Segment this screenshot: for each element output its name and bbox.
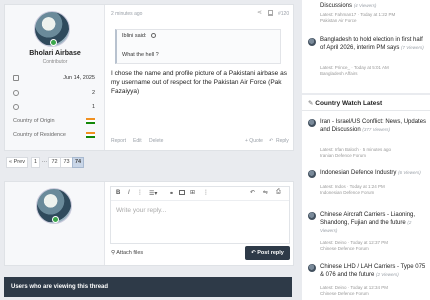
country-watch-heading-text: Country Watch Latest [315,100,383,107]
thread-title[interactable]: Indonesian Defence Industry (6 Viewers) [320,169,428,177]
country-watch-heading: ✎ Country Watch Latest [308,99,382,107]
flag-india-icon [86,132,95,138]
messages-value: 2 [91,90,95,96]
country-residence-label: Country of Residence [13,132,66,138]
delete-link[interactable]: Delete [149,138,163,144]
user-avatar[interactable] [308,119,316,127]
thread-forum[interactable]: Chinese Defence Forum [320,291,369,297]
thread-title[interactable]: Iran - Israel/US Conflict: News, Updates… [320,118,428,134]
page-1-button[interactable]: 1 [31,157,40,168]
quote-text: What the hell ? [122,52,159,58]
sidebar-thread-item[interactable]: Bangladesh to hold election in first hal… [308,36,428,86]
undo-icon[interactable]: ↶ [250,189,255,196]
insert-icon[interactable]: ⊞ [190,189,195,196]
online-status-icon [50,39,57,46]
post-timestamp[interactable]: 2 minutes ago [111,11,142,17]
post-author-panel: Bholari Airbase Contributor Jun 14, 2025… [5,5,105,150]
post-reply-label: Post reply [257,250,284,256]
edit-link[interactable]: Edit [133,138,142,144]
quote-block: Iblini said: What the hell ? [115,29,281,64]
toggle-bbcode-icon[interactable]: ⇋ [263,189,268,196]
sidebar-thread-item[interactable]: Indonesian Defence Industry (6 Viewers) … [308,169,428,201]
sidebar-thread-item[interactable]: Iran - Israel/US Conflict: News, Updates… [308,118,428,166]
sidebar-thread-item[interactable]: Chinese Aircraft Carriers - Liaoning, Sh… [308,211,428,251]
list-icon[interactable]: ☰▾ [149,190,157,197]
quote-author[interactable]: Iblini said: [122,33,146,39]
author-name[interactable]: Bholari Airbase [5,50,105,57]
drafts-icon[interactable]: ⎙ [276,189,281,196]
country-origin-row: Country of Origin [13,118,97,130]
report-link[interactable]: Report [111,138,126,144]
joined-row: Jun 14, 2025 [13,74,97,86]
more-text-options-icon[interactable]: ⋮ [137,189,143,196]
online-status-icon [52,216,59,223]
reactions-icon [13,104,19,110]
author-title: Contributor [42,59,68,65]
reply-icon[interactable]: ↶ [269,138,273,144]
quote-jump-icon[interactable] [151,33,156,38]
reply-button-icon: ↶ [251,250,256,256]
country-origin-label: Country of Origin [13,118,55,124]
sidebar-thread-item[interactable]: Chinese LHD / LAH Carriers - Type 075 & … [308,263,428,299]
thread-title[interactable]: Chinese LHD / LAH Carriers - Type 075 & … [320,263,428,279]
user-avatar[interactable] [308,170,316,178]
bookmark-icon[interactable] [268,10,273,16]
link-icon[interactable]: ⚭ [169,190,174,197]
thread-forum[interactable]: Pakistan Air Force [320,18,357,24]
sidebar-discussions-block: Discussions (4 Viewers) Latest: Fahman17… [302,0,430,93]
reply-placeholder: Write your reply... [116,207,167,214]
attach-files-button[interactable]: ⚲ Attach files [111,250,143,256]
more-options-icon[interactable]: ⋮ [203,189,209,196]
post-card: Bholari Airbase Contributor Jun 14, 2025… [4,4,294,151]
reply-link[interactable]: Reply [276,138,289,144]
post-number[interactable]: #120 [278,11,289,17]
quick-reply-card: B I ⋮ ☰▾ ⚭ ⊞ ⋮ ↶ ⇋ ⎙ Write your reply...… [4,181,294,266]
attach-files-label: Attach files [116,250,144,256]
editor-toolbar: B I ⋮ ☰▾ ⚭ ⊞ ⋮ ↶ ⇋ ⎙ [111,187,289,201]
share-icon[interactable]: ⋖ [257,10,263,16]
divider [302,110,430,111]
reactions-row: 1 [13,103,97,115]
post-reply-button[interactable]: ↶ Post reply [245,246,290,260]
reply-user-panel [5,182,105,265]
flag-india-icon [86,118,95,124]
paperclip-icon: ⚲ [111,250,116,256]
thread-forum[interactable]: Bangladesh Affairs [320,71,357,77]
sidebar-thread-item[interactable]: Discussions (4 Viewers) Latest: Fahman17… [308,2,428,28]
user-avatar[interactable] [308,212,316,220]
reactions-value: 1 [91,104,95,110]
thread-forum[interactable]: Chinese Defence Forum [320,246,369,252]
thread-title[interactable]: Discussions (4 Viewers) [320,2,428,10]
page-74-current[interactable]: 74 [72,157,84,168]
image-icon[interactable] [179,190,185,195]
thread-forum[interactable]: Indonesian Defence Forum [320,190,374,196]
post-body: I chose the name and profile picture of … [111,70,287,95]
country-watch-block: ✎ Country Watch Latest Iran - Israel/US … [302,95,430,300]
joined-value: Jun 14, 2025 [63,75,95,81]
prev-page-button[interactable]: « Prev [6,157,28,168]
thread-forum[interactable]: Iranian Defence Forum [320,153,366,159]
pencil-icon: ✎ [308,100,314,107]
country-residence-row: Country of Residence [13,132,97,144]
users-viewing-header: Users who are viewing this thread [4,277,292,297]
bold-icon[interactable]: B [116,190,120,196]
user-avatar[interactable] [308,38,316,46]
calendar-icon [13,75,19,81]
reply-editor[interactable]: B I ⋮ ☰▾ ⚭ ⊞ ⋮ ↶ ⇋ ⎙ Write your reply... [110,186,290,244]
quote-link[interactable]: + Quote [245,138,263,144]
italic-icon[interactable]: I [128,190,130,196]
messages-icon [13,90,19,96]
messages-row: 2 [13,89,97,101]
thread-title[interactable]: Chinese Aircraft Carriers - Liaoning, Sh… [320,211,428,235]
page-ellipsis[interactable]: … [41,157,48,168]
thread-title[interactable]: Bangladesh to hold election in first hal… [320,36,428,52]
user-avatar[interactable] [308,264,316,272]
